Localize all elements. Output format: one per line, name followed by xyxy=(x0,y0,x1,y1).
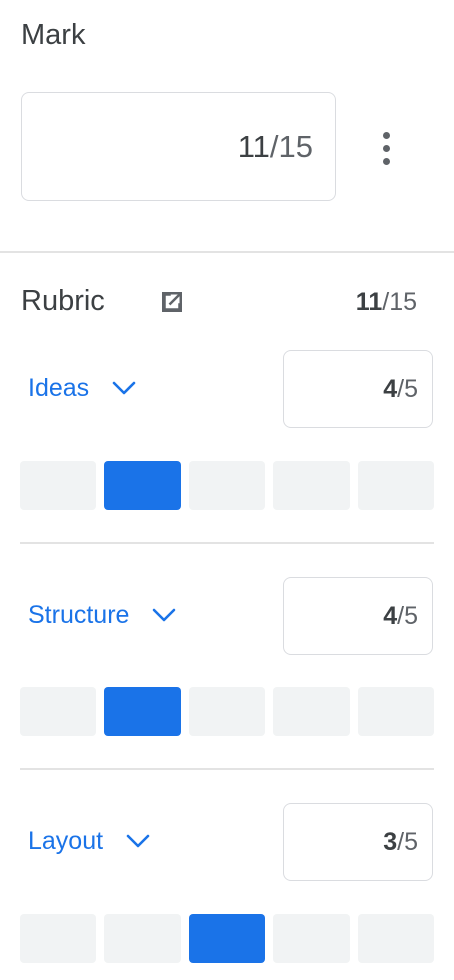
criterion-score-value: 3 xyxy=(383,828,398,856)
criterion-score-max: 5 xyxy=(404,828,418,856)
chevron-down-icon xyxy=(112,381,136,395)
level-selector xyxy=(20,687,434,736)
criterion-name: Layout xyxy=(28,827,104,855)
criterion-score: 4/5 xyxy=(383,600,418,632)
rubric-level[interactable] xyxy=(188,914,266,963)
more-dot xyxy=(382,144,390,152)
rubric-level[interactable] xyxy=(104,914,181,963)
criterion-divider xyxy=(20,768,434,770)
mark-title: Mark xyxy=(21,19,86,51)
rubric-level[interactable] xyxy=(188,461,266,510)
rubric-level[interactable] xyxy=(20,687,97,736)
rubric-level[interactable] xyxy=(188,687,266,736)
rubric-total: 11/15 xyxy=(356,286,417,318)
rubric-level[interactable] xyxy=(20,914,97,963)
rubric-level[interactable] xyxy=(357,461,434,510)
criterion-score-input[interactable]: 4/5 xyxy=(283,577,433,655)
rubric-total-max: 15 xyxy=(389,288,417,316)
rubric-title: Rubric xyxy=(21,285,105,317)
rubric-level[interactable] xyxy=(357,687,434,736)
criterion-score-input[interactable]: 3/5 xyxy=(283,803,433,881)
mark-input[interactable]: 11/15 xyxy=(21,92,336,201)
rubric-level[interactable] xyxy=(273,914,350,963)
chevron-down-icon xyxy=(126,834,150,848)
chevron-down-icon xyxy=(153,608,176,622)
rubric-level[interactable] xyxy=(273,461,350,510)
rubric-level[interactable] xyxy=(357,914,434,963)
criterion-name: Ideas xyxy=(28,374,90,402)
criterion-score-input[interactable]: 4/5 xyxy=(283,350,433,428)
rubric-level[interactable] xyxy=(20,461,97,510)
mark-max: 15 xyxy=(278,129,313,164)
more-dot xyxy=(382,157,390,165)
section-divider xyxy=(0,251,454,253)
level-selector xyxy=(20,461,434,510)
criterion-divider xyxy=(20,542,434,544)
criterion-score: 4/5 xyxy=(383,373,418,405)
criterion-score-value: 4 xyxy=(383,602,398,630)
criterion-score-max: 5 xyxy=(404,602,418,630)
criterion-score-value: 4 xyxy=(383,375,398,403)
mark-value: 11/15 xyxy=(238,129,313,165)
rubric-level[interactable] xyxy=(273,687,350,736)
more-vert-icon[interactable] xyxy=(372,126,400,170)
criterion-toggle[interactable]: Structure xyxy=(28,599,177,631)
rubric-level[interactable] xyxy=(104,461,181,510)
open-in-new-icon[interactable] xyxy=(157,287,187,317)
mark-separator: / xyxy=(269,129,279,164)
grading-panel: Mark 11/15 Rubric 11/15 Ideas 4/5 Struct… xyxy=(0,0,454,980)
criterion-toggle[interactable]: Ideas xyxy=(28,372,137,404)
more-dot xyxy=(382,131,390,139)
criterion-score-max: 5 xyxy=(404,375,418,403)
level-selector xyxy=(20,914,434,963)
criterion-toggle[interactable]: Layout xyxy=(28,825,151,857)
mark-score: 11 xyxy=(237,129,270,164)
criterion-name: Structure xyxy=(28,601,130,629)
criterion-score: 3/5 xyxy=(383,826,418,858)
rubric-total-score: 11 xyxy=(355,288,383,316)
rubric-level[interactable] xyxy=(104,687,181,736)
